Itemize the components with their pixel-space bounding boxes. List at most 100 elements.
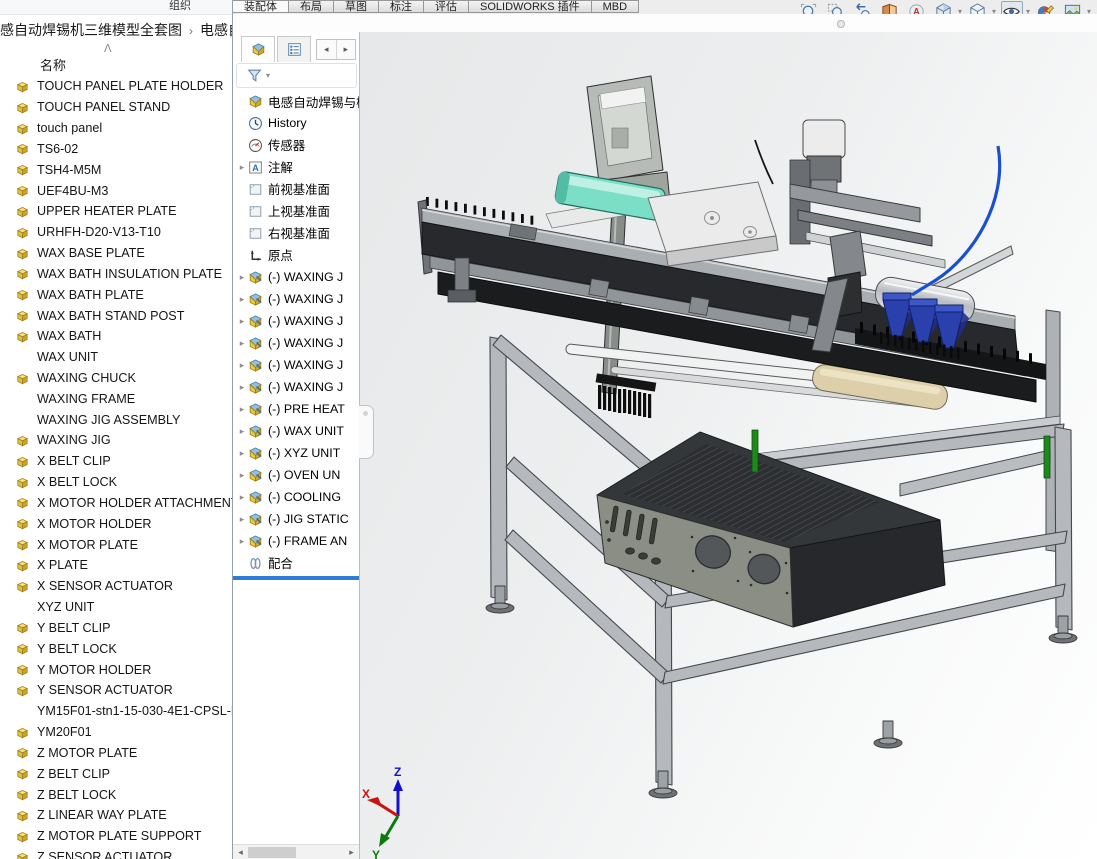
file-list-item[interactable]: TS6-02: [0, 138, 232, 159]
file-list-item[interactable]: Z LINEAR WAY PLATE: [0, 805, 232, 826]
tree-item[interactable]: 电感自动焊锡与检: [233, 90, 360, 112]
file-list-item[interactable]: Y SENSOR ACTUATOR: [0, 680, 232, 701]
tree-item[interactable]: ▸(-) XYZ UNIT: [233, 442, 360, 464]
tree-item[interactable]: ▸(-) WAXING J: [233, 376, 360, 398]
tree-item[interactable]: 上视基准面: [233, 200, 360, 222]
tree-item[interactable]: ▸(-) JIG STATIC: [233, 508, 360, 530]
file-list-item[interactable]: XYZ UNIT: [0, 597, 232, 618]
panel-flyout-handle[interactable]: [359, 405, 374, 459]
file-list-item[interactable]: YM20F01: [0, 722, 232, 743]
file-list-item[interactable]: X SENSOR ACTUATOR: [0, 576, 232, 597]
tree-item[interactable]: 原点: [233, 244, 360, 266]
expand-arrow-icon[interactable]: ▸: [237, 470, 247, 481]
ribbon-tab-装配体[interactable]: 装配体: [232, 0, 289, 13]
expand-arrow-icon[interactable]: ▸: [237, 536, 247, 547]
file-list-item[interactable]: Z MOTOR PLATE SUPPORT: [0, 826, 232, 847]
expand-arrow-icon[interactable]: ▸: [237, 426, 247, 437]
expand-arrow-icon[interactable]: ▸: [237, 294, 247, 305]
filter-caret-icon[interactable]: ▾: [266, 71, 270, 80]
file-list-item[interactable]: touch panel: [0, 118, 232, 139]
organize-menu[interactable]: 组织: [150, 0, 210, 13]
tree-item[interactable]: ▸(-) WAXING J: [233, 310, 360, 332]
cad-model-canvas[interactable]: Z X Y: [360, 32, 1097, 859]
expand-arrow-icon[interactable]: ▸: [237, 492, 247, 503]
tab-feature-tree[interactable]: [241, 36, 275, 62]
ribbon-tab-草图[interactable]: 草图: [333, 0, 379, 13]
ribbon-tab-布局[interactable]: 布局: [288, 0, 334, 13]
file-list-item[interactable]: X MOTOR HOLDER ATTACHMENT: [0, 493, 232, 514]
file-list-item[interactable]: X MOTOR PLATE: [0, 534, 232, 555]
expand-arrow-icon[interactable]: ▸: [237, 382, 247, 393]
file-list-item[interactable]: WAX BASE PLATE: [0, 243, 232, 264]
file-list-item[interactable]: X BELT CLIP: [0, 451, 232, 472]
tree-horizontal-scrollbar[interactable]: ◂ ▸: [233, 844, 359, 859]
file-list-item[interactable]: WAX BATH STAND POST: [0, 305, 232, 326]
file-list-item[interactable]: X BELT LOCK: [0, 472, 232, 493]
file-list-item[interactable]: URHFH-D20-V13-T10: [0, 222, 232, 243]
tree-filter[interactable]: ▾: [236, 63, 357, 88]
breadcrumb-segment[interactable]: 感自动焊锡机三维模型全套图: [0, 22, 182, 38]
ribbon-tab-MBD[interactable]: MBD: [591, 0, 639, 13]
tree-item[interactable]: ▸(-) OVEN UN: [233, 464, 360, 486]
file-list-item[interactable]: WAX UNIT: [0, 347, 232, 368]
ribbon-tab-标注[interactable]: 标注: [378, 0, 424, 13]
expand-arrow-icon[interactable]: ▸: [237, 272, 247, 283]
tree-item[interactable]: 前视基准面: [233, 178, 360, 200]
file-list-item[interactable]: Z BELT CLIP: [0, 763, 232, 784]
file-list-item[interactable]: UPPER HEATER PLATE: [0, 201, 232, 222]
file-list-item[interactable]: YM15F01-stn1-15-030-4E1-CPSL-D: [0, 701, 232, 722]
file-list-item[interactable]: UEF4BU-M3: [0, 180, 232, 201]
tab-scroll-left-icon[interactable]: ◂: [317, 40, 336, 59]
expand-arrow-icon[interactable]: ▸: [237, 448, 247, 459]
file-list-item[interactable]: WAX BATH PLATE: [0, 284, 232, 305]
expand-arrow-icon[interactable]: ▸: [237, 162, 247, 173]
scroll-left-icon[interactable]: ◂: [233, 847, 248, 858]
expand-arrow-icon[interactable]: ▸: [237, 338, 247, 349]
tab-scroll-right-icon[interactable]: ▸: [336, 40, 356, 59]
ribbon-pin-handle[interactable]: [837, 20, 845, 28]
tab-property-manager[interactable]: [277, 36, 311, 62]
tree-item[interactable]: 右视基准面: [233, 222, 360, 244]
file-list-item[interactable]: WAX BATH INSULATION PLATE: [0, 263, 232, 284]
tree-item[interactable]: ▸(-) FRAME AN: [233, 530, 360, 552]
file-list-item[interactable]: Y BELT LOCK: [0, 638, 232, 659]
tree-item[interactable]: ▸(-) PRE HEAT: [233, 398, 360, 420]
tree-item[interactable]: ▸(-) WAX UNIT: [233, 420, 360, 442]
ribbon-tab-SOLIDWORKS 插件[interactable]: SOLIDWORKS 插件: [468, 0, 592, 13]
file-list-item[interactable]: X PLATE: [0, 555, 232, 576]
file-list-item[interactable]: WAXING CHUCK: [0, 368, 232, 389]
file-list-item[interactable]: TOUCH PANEL PLATE HOLDER: [0, 76, 232, 97]
cad-model[interactable]: [418, 76, 1077, 798]
tree-item[interactable]: ▸(-) WAXING J: [233, 266, 360, 288]
expand-arrow-icon[interactable]: ▸: [237, 514, 247, 525]
tree-item[interactable]: 配合: [233, 552, 360, 574]
file-list-item[interactable]: Z SENSOR ACTUATOR: [0, 847, 232, 859]
breadcrumb[interactable]: 感自动焊锡机三维模型全套图›电感自动焊: [0, 15, 232, 45]
tree-item[interactable]: ▸A注解: [233, 156, 360, 178]
tree-item[interactable]: ▸(-) COOLING: [233, 486, 360, 508]
tree-item[interactable]: History: [233, 112, 360, 134]
tree-item[interactable]: ▸(-) WAXING J: [233, 288, 360, 310]
breadcrumb-current[interactable]: 电感自动焊: [200, 22, 232, 38]
3d-viewport[interactable]: Z X Y: [360, 32, 1097, 859]
tree-item[interactable]: ▸(-) WAXING J: [233, 354, 360, 376]
expand-arrow-icon[interactable]: ▸: [237, 404, 247, 415]
tree-item[interactable]: ▸(-) WAXING J: [233, 332, 360, 354]
file-list-item[interactable]: Z BELT LOCK: [0, 784, 232, 805]
expand-arrow-icon[interactable]: ▸: [237, 316, 247, 327]
file-list-item[interactable]: WAXING JIG ASSEMBLY: [0, 409, 232, 430]
touch-panel-monitor[interactable]: [587, 76, 670, 394]
tree-item[interactable]: 传感器: [233, 134, 360, 156]
tree-splitter[interactable]: [233, 576, 360, 580]
file-list-item[interactable]: Y BELT CLIP: [0, 618, 232, 639]
scrollbar-thumb[interactable]: [248, 847, 296, 858]
file-list-item[interactable]: TSH4-M5M: [0, 159, 232, 180]
expand-arrow-icon[interactable]: ▸: [237, 360, 247, 371]
file-list-item[interactable]: TOUCH PANEL STAND: [0, 97, 232, 118]
file-list-item[interactable]: Y MOTOR HOLDER: [0, 659, 232, 680]
sort-indicator-icon[interactable]: ᐱ: [104, 42, 112, 55]
file-list-item[interactable]: WAX BATH: [0, 326, 232, 347]
file-list-item[interactable]: WAXING JIG: [0, 430, 232, 451]
scroll-right-icon[interactable]: ▸: [344, 847, 359, 858]
column-header-name[interactable]: 名称: [40, 55, 66, 74]
